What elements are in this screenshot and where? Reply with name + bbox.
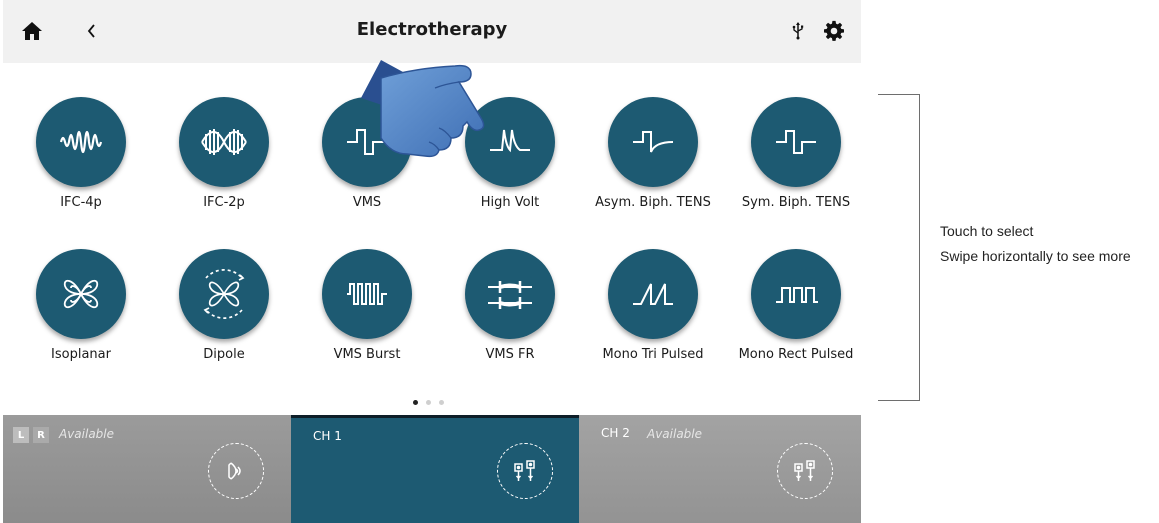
program-tile-asym-biph-tens[interactable]: Asym. Biph. TENS — [583, 97, 723, 237]
channel-panel-ch2[interactable]: CH 2 Available — [579, 415, 861, 523]
program-tile-dipole[interactable]: Dipole — [154, 249, 294, 389]
tile-label: Dipole — [203, 347, 245, 362]
page-title: Electrotherapy — [356, 19, 508, 40]
vms-burst-icon — [322, 249, 412, 339]
program-tile-mono-tri-pulsed[interactable]: Mono Tri Pulsed — [583, 249, 723, 389]
tile-label: Sym. Biph. TENS — [741, 195, 851, 210]
channel-strip: L R Available CH 1 CH 2 Available — [3, 415, 861, 523]
vms-fr-icon — [465, 249, 555, 339]
tile-label: Mono Rect Pulsed — [738, 347, 854, 362]
asym-biph-icon — [608, 97, 698, 187]
mono-rect-icon — [751, 249, 841, 339]
left-badge: L — [13, 427, 29, 443]
tile-label: IFC-4p — [60, 195, 102, 210]
ifc-2p-icon — [179, 97, 269, 187]
channel-panel-lr[interactable]: L R Available — [3, 415, 291, 523]
dipole-icon — [179, 249, 269, 339]
sym-biph-icon — [751, 97, 841, 187]
program-tile-ifc-2p[interactable]: IFC-2p — [154, 97, 294, 237]
tile-label: Mono Tri Pulsed — [602, 347, 704, 362]
electrodes-icon — [497, 443, 553, 499]
page-dot[interactable] — [426, 400, 431, 405]
settings-button[interactable] — [821, 18, 847, 44]
program-tile-vms-burst[interactable]: VMS Burst — [297, 249, 437, 389]
mono-tri-icon — [608, 249, 698, 339]
program-tile-sym-biph-tens[interactable]: Sym. Biph. TENS — [726, 97, 861, 237]
status-label: Available — [647, 427, 703, 441]
program-tile-mono-rect-pulsed[interactable]: Mono Rect Pulsed — [726, 249, 861, 389]
annotation-bracket — [878, 94, 920, 401]
right-badge: R — [33, 427, 49, 443]
tile-label: High Volt — [480, 195, 540, 210]
tile-label: VMS Burst — [333, 347, 401, 362]
ifc-4p-icon — [36, 97, 126, 187]
annotation-touch-to-select: Touch to select — [940, 223, 1034, 239]
program-tile-ifc-4p[interactable]: IFC-4p — [11, 97, 151, 237]
annotation-swipe-to-see-more: Swipe horizontally to see more — [940, 248, 1131, 264]
tile-label: Isoplanar — [51, 347, 111, 362]
tile-label: IFC-2p — [203, 195, 245, 210]
tile-label: Asym. Biph. TENS — [595, 195, 711, 210]
top-bar: Electrotherapy — [3, 0, 861, 63]
device-screen: Electrotherapy IFC-4p IFC-2p VMS High Vo… — [3, 0, 861, 523]
status-label: Available — [59, 427, 115, 441]
page-dot[interactable] — [439, 400, 444, 405]
program-tile-isoplanar[interactable]: Isoplanar — [11, 249, 151, 389]
usb-icon — [785, 18, 811, 44]
tile-label: VMS FR — [485, 347, 535, 362]
page-dot-active[interactable] — [413, 400, 418, 405]
electrodes-icon — [777, 443, 833, 499]
tile-label: VMS — [352, 195, 382, 210]
channel-name: CH 1 — [313, 429, 342, 443]
gear-icon — [824, 20, 844, 41]
pointing-hand-icon — [361, 60, 485, 158]
channel-name: CH 2 — [601, 426, 630, 440]
channel-panel-ch1[interactable]: CH 1 — [291, 415, 579, 523]
isoplanar-icon — [36, 249, 126, 339]
pagination-dots — [413, 400, 444, 405]
program-tile-vms-fr[interactable]: VMS FR — [440, 249, 580, 389]
ultrasound-head-icon — [208, 443, 264, 499]
